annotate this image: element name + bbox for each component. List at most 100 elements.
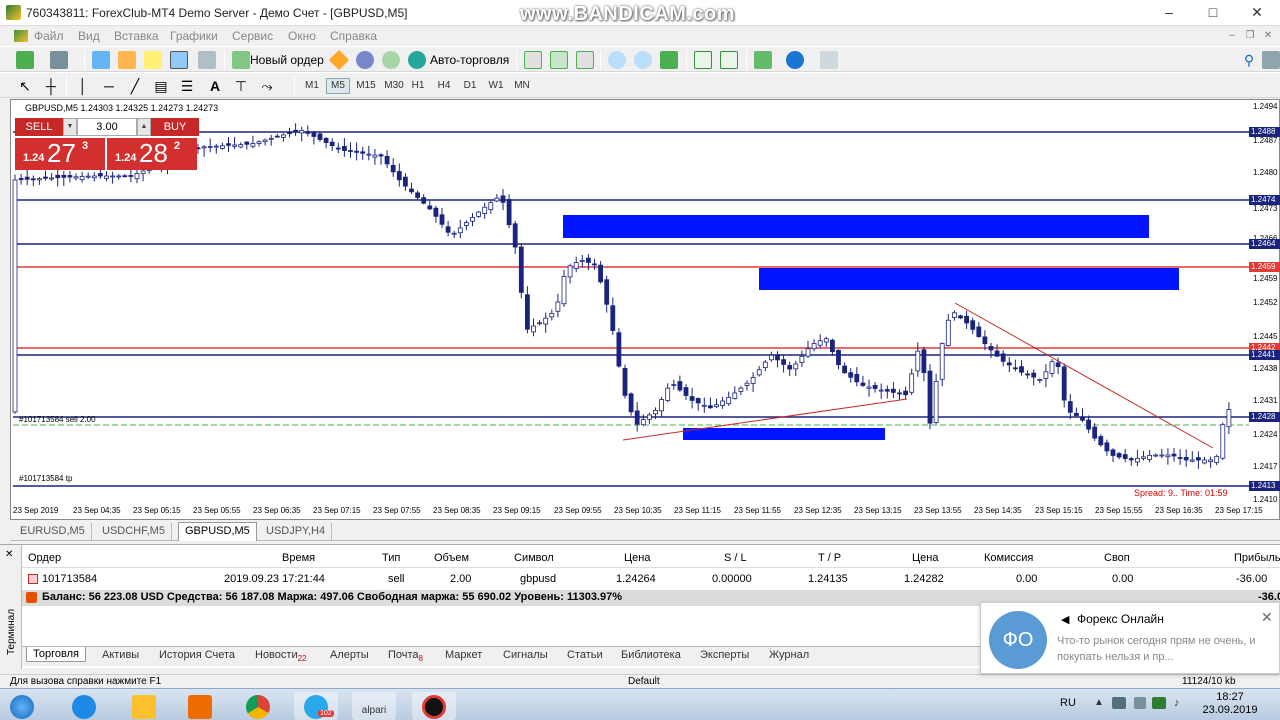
data-window-icon[interactable]: [118, 51, 136, 69]
tp-label[interactable]: #101713584 tp: [19, 474, 72, 483]
buy-button[interactable]: BUY: [151, 118, 199, 136]
tab-usdchf[interactable]: USDCHF,M5: [96, 523, 172, 540]
table-cell[interactable]: sell: [388, 573, 405, 585]
timeframe-w1[interactable]: W1: [484, 79, 508, 95]
volume-icon[interactable]: ♪: [1174, 697, 1180, 709]
clock[interactable]: 18:27 23.09.2019: [1200, 691, 1260, 717]
bar-chart-icon[interactable]: [524, 51, 542, 69]
navigator-icon[interactable]: [144, 51, 162, 69]
doc-restore-button[interactable]: ❐: [1244, 30, 1256, 42]
media-player-icon[interactable]: [178, 692, 222, 720]
timeframe-d1[interactable]: D1: [458, 79, 482, 95]
col-volume[interactable]: Объем: [434, 552, 469, 564]
terminal-icon[interactable]: [170, 51, 188, 69]
tab-experts[interactable]: Эксперты: [700, 649, 749, 661]
tab-eurusd[interactable]: EURUSD,M5: [14, 523, 92, 540]
menu-window[interactable]: Окно: [288, 29, 316, 43]
timeframe-mn[interactable]: MN: [510, 79, 534, 95]
indicators-icon[interactable]: [754, 51, 772, 69]
channel-icon[interactable]: ▤: [152, 77, 170, 95]
menu-file[interactable]: Файл: [34, 29, 64, 43]
table-cell[interactable]: 101713584: [42, 573, 97, 585]
market-watch-icon[interactable]: [92, 51, 110, 69]
tab-news[interactable]: Новости22: [255, 649, 307, 663]
col-price2[interactable]: Цена: [912, 552, 938, 564]
doc-minimize-button[interactable]: –: [1226, 30, 1238, 42]
candle-chart-icon[interactable]: [550, 51, 568, 69]
auto-trading-icon[interactable]: [408, 51, 426, 69]
line-chart-icon[interactable]: [576, 51, 594, 69]
tester-icon[interactable]: [198, 51, 216, 69]
table-cell[interactable]: 0.00: [1016, 573, 1037, 585]
col-swap[interactable]: Своп: [1104, 552, 1130, 564]
maximize-button[interactable]: □: [1192, 0, 1234, 24]
close-icon[interactable]: ✕: [5, 549, 13, 560]
col-tp[interactable]: T / P: [818, 552, 841, 564]
text-icon[interactable]: A: [206, 77, 224, 95]
price-chart[interactable]: [11, 100, 1280, 521]
lot-increase-button[interactable]: ▲: [137, 118, 151, 136]
tab-journal[interactable]: Журнал: [769, 649, 809, 661]
chrome-icon[interactable]: [236, 692, 280, 720]
table-cell[interactable]: 2019.09.23 17:21:44: [224, 573, 325, 585]
zoom-in-icon[interactable]: [608, 51, 626, 69]
community-icon[interactable]: [1262, 51, 1280, 69]
horizontal-line-icon[interactable]: ─: [100, 77, 118, 95]
table-cell[interactable]: 1.24264: [616, 573, 656, 585]
auto-trading-button[interactable]: Авто-торговля: [430, 53, 509, 67]
tab-library[interactable]: Библиотека: [621, 649, 681, 661]
crosshair-icon[interactable]: ┼: [42, 77, 60, 95]
templates-icon[interactable]: [820, 51, 838, 69]
bandicam-icon[interactable]: [412, 692, 456, 720]
menu-view[interactable]: Вид: [78, 29, 100, 43]
zoom-out-icon[interactable]: [634, 51, 652, 69]
telegram-notification[interactable]: ФО ◀ Форекс Онлайн Что-то рынок сегодня …: [980, 602, 1280, 674]
tab-mailbox[interactable]: Почта8: [388, 649, 423, 663]
ie-icon[interactable]: [62, 692, 106, 720]
experts-icon[interactable]: [356, 51, 374, 69]
fibonacci-icon[interactable]: ☰: [178, 77, 196, 95]
vertical-line-icon[interactable]: │: [74, 77, 92, 95]
network-icon[interactable]: [1112, 697, 1126, 709]
tab-signals[interactable]: Сигналы: [503, 649, 548, 661]
language-indicator[interactable]: RU: [1060, 697, 1076, 709]
tab-alerts[interactable]: Алерты: [330, 649, 369, 661]
new-order-icon[interactable]: [232, 51, 250, 69]
close-button[interactable]: ✕: [1236, 0, 1278, 24]
col-order[interactable]: Ордер: [28, 552, 61, 564]
timeframe-m1[interactable]: M1: [300, 79, 324, 95]
tray-icon[interactable]: [1152, 697, 1166, 709]
minimize-button[interactable]: –: [1148, 0, 1190, 24]
menu-help[interactable]: Справка: [330, 29, 377, 43]
arrows-icon[interactable]: ⤳: [258, 77, 276, 95]
telegram-icon[interactable]: 102: [294, 692, 338, 720]
table-cell[interactable]: 1.24282: [904, 573, 944, 585]
lot-decrease-button[interactable]: ▼: [63, 118, 77, 136]
tray-icon[interactable]: [1134, 697, 1146, 709]
timeframe-m30[interactable]: M30: [380, 79, 408, 95]
tab-account-history[interactable]: История Счета: [159, 649, 235, 661]
table-cell[interactable]: -36.00: [1236, 573, 1267, 585]
timeframe-h1[interactable]: H1: [406, 79, 430, 95]
chart-shift-icon[interactable]: [694, 51, 712, 69]
col-commission[interactable]: Комиссия: [984, 552, 1033, 564]
col-price[interactable]: Цена: [624, 552, 650, 564]
signals-icon[interactable]: [382, 51, 400, 69]
timeframe-h4[interactable]: H4: [432, 79, 456, 95]
autoscroll-icon[interactable]: [720, 51, 738, 69]
metaeditor-icon[interactable]: [328, 49, 350, 71]
col-symbol[interactable]: Символ: [514, 552, 554, 564]
alpari-icon[interactable]: alpari: [352, 692, 396, 720]
new-chart-icon[interactable]: [16, 51, 34, 69]
chart-window[interactable]: GBPUSD,M5 1.24303 1.24325 1.24273 1.2427…: [10, 99, 1280, 520]
periods-icon[interactable]: [786, 51, 804, 69]
sell-button[interactable]: SELL: [15, 118, 63, 136]
order-label[interactable]: #101713584 sell 2.00: [19, 415, 96, 424]
notification-close-button[interactable]: ✕: [1261, 609, 1273, 626]
doc-close-button[interactable]: ✕: [1262, 30, 1274, 42]
menu-charts[interactable]: Графики: [170, 29, 218, 43]
tab-assets[interactable]: Активы: [102, 649, 139, 661]
col-type[interactable]: Тип: [382, 552, 400, 564]
tile-windows-icon[interactable]: [660, 51, 678, 69]
col-sl[interactable]: S / L: [724, 552, 747, 564]
